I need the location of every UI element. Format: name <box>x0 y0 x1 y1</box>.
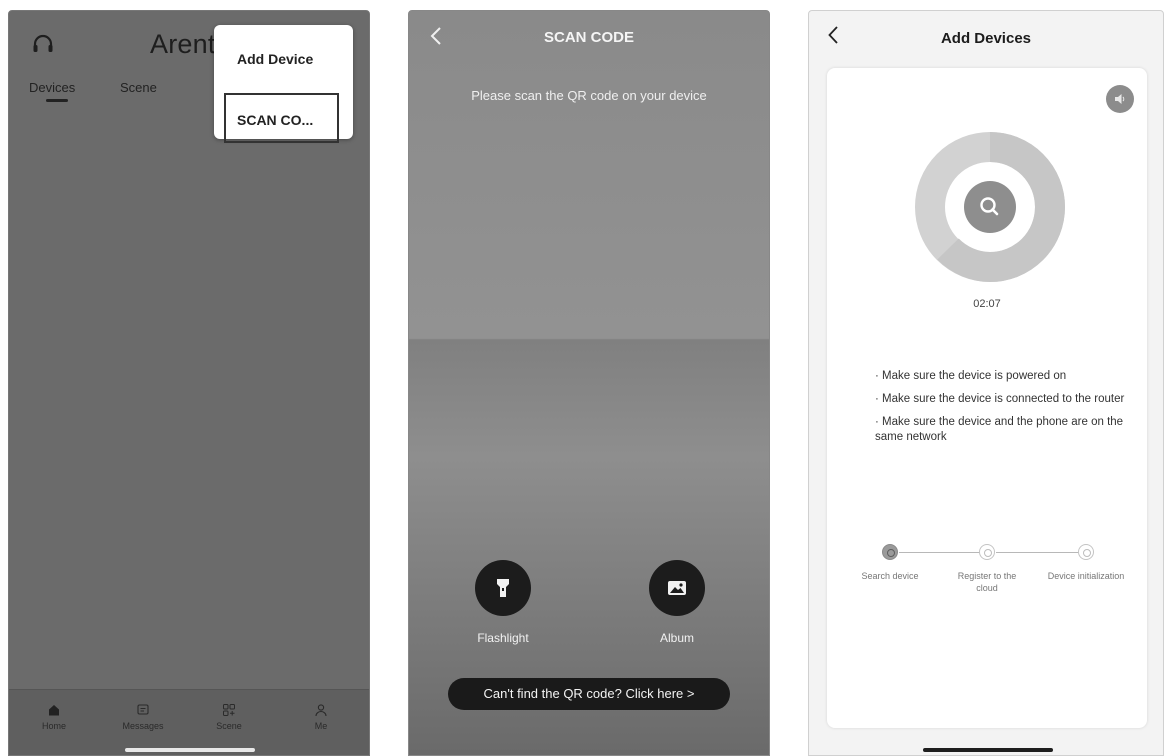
tip-item: · Make sure the device is powered on <box>875 370 1067 382</box>
page-title: SCAN CODE <box>543 29 634 46</box>
home-icon <box>49 705 59 716</box>
tip-item: · Make sure the device and the phone are… <box>875 416 1124 443</box>
step-label-init: Device initialization <box>1047 571 1125 581</box>
image-icon <box>668 581 686 595</box>
nav-me-label: Me <box>314 721 328 731</box>
album-button[interactable] <box>649 560 705 616</box>
step-indicator-init <box>1078 544 1094 560</box>
tips-list: · Make sure the device is powered on · M… <box>875 369 1135 453</box>
bottom-navigation: Home Messages Scene Me <box>9 689 369 755</box>
nav-home[interactable]: Home <box>24 703 84 731</box>
nav-messages-label: Messages <box>122 721 164 731</box>
page-title: Add Devices <box>940 30 1032 47</box>
flashlight-label: Flashlight <box>477 631 529 645</box>
tip-item: · Make sure the device is connected to t… <box>875 393 1125 405</box>
add-devices-screen: Add Devices 02:07 · Make sure the device… <box>808 10 1164 756</box>
headset-icon[interactable] <box>31 33 55 57</box>
step-indicator-register <box>979 544 995 560</box>
nav-messages[interactable]: Messages <box>113 703 173 731</box>
menu-item-add-device[interactable]: Add Device <box>237 51 353 67</box>
menu-item-scan-code[interactable]: SCAN CO... <box>224 93 339 143</box>
search-progress-ring <box>915 132 1066 283</box>
step-connector <box>996 552 1082 553</box>
searching-card: 02:07 · Make sure the device is powered … <box>827 68 1147 728</box>
nav-me[interactable]: Me <box>291 703 351 731</box>
active-tab-indicator <box>46 99 68 102</box>
step-label-register: Register to the cloud <box>957 571 1017 593</box>
countdown-timer: 02:07 <box>973 298 1001 310</box>
step-indicator-search <box>882 544 898 560</box>
flashlight-button[interactable] <box>475 560 531 616</box>
messages-icon <box>137 704 149 715</box>
tab-devices[interactable]: Devices <box>29 80 75 95</box>
nav-scene[interactable]: Scene <box>199 703 259 731</box>
scan-hint: Please scan the QR code on your device <box>471 88 707 103</box>
progress-steps: Search device Register to the cloud Devi… <box>827 543 1147 613</box>
step-label-search: Search device <box>861 571 919 581</box>
album-label: Album <box>659 631 694 645</box>
home-indicator <box>125 748 255 752</box>
home-indicator <box>923 748 1053 752</box>
sound-toggle-button[interactable] <box>1106 85 1134 113</box>
scene-icon <box>223 704 235 716</box>
nav-scene-label: Scene <box>216 721 242 731</box>
nav-home-label: Home <box>41 721 66 731</box>
home-screen-with-add-menu: Arent Devices Scene Add Device SCAN CO..… <box>8 10 370 756</box>
step-connector <box>899 552 983 553</box>
tab-scene[interactable]: Scene <box>120 80 157 95</box>
flashlight-icon <box>497 579 509 597</box>
add-device-menu: Add Device SCAN CO... <box>214 25 353 143</box>
cant-find-qr-button[interactable]: Can't find the QR code? Click here > <box>448 678 730 710</box>
speaker-icon <box>1115 94 1125 104</box>
me-icon <box>315 704 327 717</box>
app-title: Arent <box>150 29 216 59</box>
scan-code-screen: SCAN CODE Please scan the QR code on you… <box>408 10 770 756</box>
